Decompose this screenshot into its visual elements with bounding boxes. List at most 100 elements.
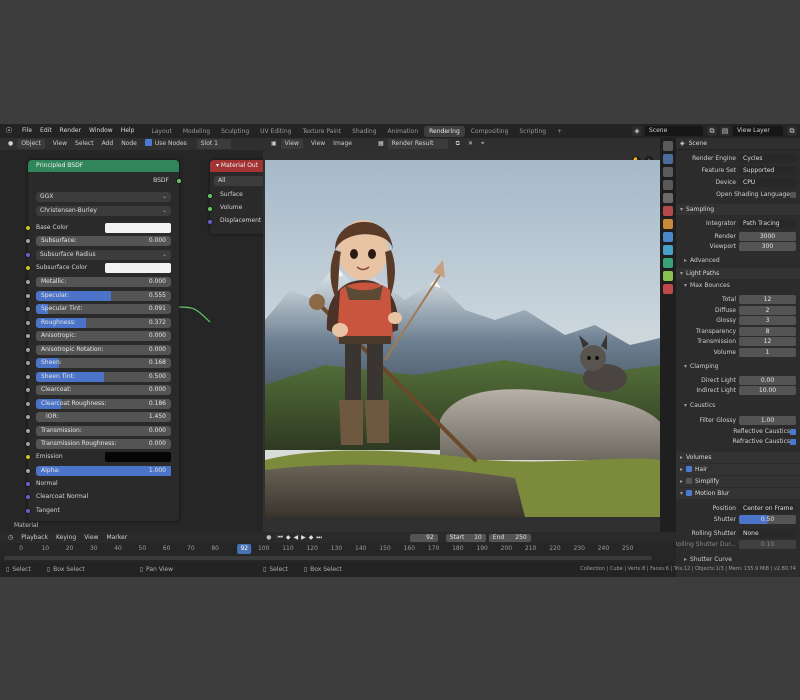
- motion-blur-panel-header[interactable]: ▾ Motion Blur: [676, 488, 800, 499]
- hair-panel-header[interactable]: ▸ Hair: [676, 464, 800, 475]
- menu-image[interactable]: Image: [329, 139, 356, 149]
- rolling-duration-row[interactable]: Rolling Shutter Dur... 0.10: [676, 540, 800, 550]
- bounce-row[interactable]: Total 12: [676, 295, 800, 305]
- node-title[interactable]: Principled BSDF: [28, 160, 179, 172]
- material-tab-icon[interactable]: [663, 284, 673, 294]
- surface-socket[interactable]: [207, 193, 213, 199]
- menu-help[interactable]: Help: [117, 124, 139, 138]
- bsdf-param-row[interactable]: Sheen Tint: 0.500: [25, 371, 179, 382]
- emission-row[interactable]: Emission: [25, 452, 179, 462]
- refractive-caustics-row[interactable]: Refractive Caustics: [676, 437, 800, 447]
- alpha-field[interactable]: Alpha: 1.000: [36, 466, 171, 476]
- jump-start-icon[interactable]: ⏮: [277, 534, 282, 542]
- rolling-shutter-dropdown[interactable]: None: [739, 529, 796, 538]
- bounce-field[interactable]: 8: [739, 326, 796, 336]
- play-reverse-icon[interactable]: ◀: [293, 534, 298, 541]
- bounce-row[interactable]: Transmission 12: [676, 337, 800, 347]
- bsdf-param-row[interactable]: Clearcoat Roughness: 0.186: [25, 398, 179, 409]
- param-field[interactable]: Transmission Roughness: 0.000: [36, 439, 171, 449]
- editor-type-icon[interactable]: ●: [4, 139, 17, 149]
- bsdf-param-row[interactable]: Transmission Roughness: 0.000: [25, 439, 179, 449]
- bounce-row[interactable]: Glossy 3: [676, 316, 800, 326]
- base-color-row[interactable]: Base Color: [25, 223, 179, 233]
- bsdf-param-row[interactable]: Anisotropic: 0.000: [25, 331, 179, 341]
- tab-rendering[interactable]: Rendering: [424, 125, 465, 137]
- feature-set-dropdown[interactable]: Supported: [739, 166, 796, 175]
- input-socket[interactable]: [25, 279, 31, 285]
- render-tab-icon[interactable]: [663, 154, 673, 164]
- menu-keying[interactable]: Keying: [52, 533, 80, 543]
- menu-window[interactable]: Window: [85, 124, 117, 138]
- input-socket[interactable]: [25, 265, 31, 271]
- bounce-row[interactable]: Volume 1: [676, 347, 800, 358]
- material-output-node[interactable]: ▾ Material Out All Surface Volume Displa…: [207, 160, 263, 234]
- viewport-samples-row[interactable]: Viewport 300: [676, 242, 800, 252]
- emission-swatch[interactable]: [105, 452, 171, 462]
- subsurface-radius-row[interactable]: Subsurface Radius ⌄: [25, 250, 179, 260]
- volumes-panel-header[interactable]: ▸ Volumes: [676, 452, 800, 463]
- indirect-light-row[interactable]: Indirect Light 10.00: [676, 386, 800, 396]
- prev-key-icon[interactable]: ◆: [286, 534, 291, 541]
- clamping-subpanel[interactable]: ▾ Clamping: [680, 362, 800, 372]
- normal-row[interactable]: Normal: [25, 479, 179, 489]
- integrator-dropdown[interactable]: Path Tracing: [739, 219, 796, 228]
- integrator-row[interactable]: Integrator Path Tracing: [676, 219, 800, 229]
- auto-key-icon[interactable]: ●: [266, 534, 271, 541]
- bounce-field[interactable]: 12: [739, 337, 796, 346]
- input-socket[interactable]: [25, 508, 31, 514]
- param-field[interactable]: Roughness: 0.372: [36, 317, 171, 328]
- view-layer-tab-icon[interactable]: [663, 180, 673, 190]
- shutter-field[interactable]: 0.50: [739, 515, 796, 524]
- clearcoat-normal-row[interactable]: Clearcoat Normal: [25, 492, 179, 502]
- subsurface-field[interactable]: Subsurface: 0.000: [36, 236, 171, 246]
- position-row[interactable]: Position Center on Frame: [676, 504, 800, 514]
- tab-layout[interactable]: Layout: [146, 126, 176, 137]
- simplify-checkbox[interactable]: [686, 478, 693, 484]
- caustics-subpanel[interactable]: ▾ Caustics: [680, 401, 800, 411]
- object-tab-icon[interactable]: [663, 219, 673, 229]
- world-tab-icon[interactable]: [663, 206, 673, 216]
- sampling-panel-header[interactable]: ▾ Sampling: [676, 204, 800, 215]
- timeline[interactable]: ◷ Playback Keying View Marker ● ⏮ ◆ ◀ ▶ …: [0, 532, 676, 562]
- target-dropdown[interactable]: All: [214, 176, 263, 186]
- param-field[interactable]: Clearcoat: 0.000: [36, 385, 171, 395]
- hair-checkbox[interactable]: [686, 466, 693, 472]
- properties-panel[interactable]: ◈ Scene Render Engine Cycles Feature Set S…: [676, 138, 800, 577]
- input-socket[interactable]: [25, 252, 31, 258]
- render-engine-dropdown[interactable]: Cycles: [739, 154, 796, 163]
- bounce-field[interactable]: 1: [739, 347, 796, 357]
- param-field[interactable]: Transmission: 0.000: [36, 425, 171, 436]
- menu-add[interactable]: Add: [98, 139, 118, 149]
- osl-checkbox[interactable]: [790, 192, 796, 198]
- scene-icon[interactable]: ◈: [632, 126, 642, 136]
- reflective-caustics-row[interactable]: Reflective Caustics: [676, 427, 800, 437]
- current-frame-field[interactable]: 92: [409, 533, 438, 542]
- input-socket[interactable]: [25, 454, 31, 460]
- close-icon[interactable]: ✕: [464, 139, 477, 149]
- play-icon[interactable]: ▶: [301, 534, 306, 541]
- bsdf-param-row[interactable]: Transmission: 0.000: [25, 425, 179, 436]
- alpha-row[interactable]: Alpha: 1.000: [25, 466, 179, 476]
- param-field[interactable]: IOR: 1.450: [36, 412, 171, 422]
- rolling-shutter-row[interactable]: Rolling Shutter None: [676, 529, 800, 539]
- menu-select[interactable]: Select: [71, 139, 98, 149]
- tab-shading[interactable]: Shading: [347, 126, 381, 137]
- bounce-field[interactable]: 12: [739, 295, 796, 304]
- input-socket[interactable]: [25, 225, 31, 231]
- add-workspace-button[interactable]: +: [552, 126, 567, 137]
- osl-row[interactable]: Open Shading Language: [676, 190, 800, 200]
- bsdf-param-row[interactable]: IOR: 1.450: [25, 412, 179, 422]
- copy-icon[interactable]: ⧉: [787, 126, 797, 136]
- direct-light-field[interactable]: 0.00: [739, 376, 796, 385]
- max-bounces-subpanel[interactable]: ▾ Max Bounces: [680, 281, 800, 291]
- pin-icon[interactable]: ⌖: [477, 139, 488, 149]
- physics-tab-icon[interactable]: [663, 258, 673, 268]
- light-paths-panel-header[interactable]: ▾ Light Paths: [676, 268, 800, 279]
- scene-field[interactable]: Scene: [645, 126, 703, 136]
- view-layer-icon[interactable]: ▤: [720, 126, 730, 136]
- end-frame-field[interactable]: End 250: [488, 533, 531, 542]
- subsurface-color-row[interactable]: Subsurface Color: [25, 263, 179, 273]
- bsdf-param-row[interactable]: Sheen: 0.168: [25, 358, 179, 368]
- viewport-samples-field[interactable]: 300: [739, 242, 796, 251]
- particles-tab-icon[interactable]: [663, 245, 673, 255]
